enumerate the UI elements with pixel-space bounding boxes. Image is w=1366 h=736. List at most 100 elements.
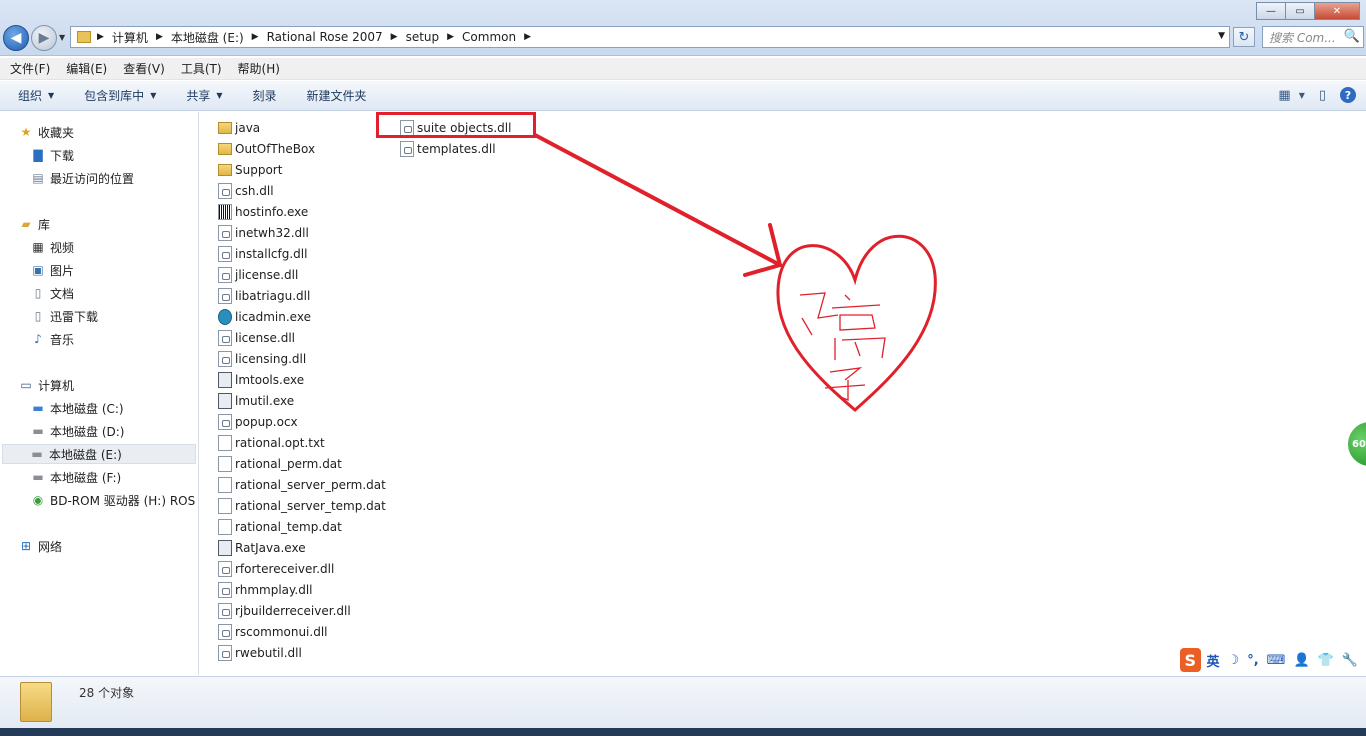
file-item[interactable]: rjbuilderreceiver.dll <box>218 601 351 621</box>
file-item[interactable]: jlicense.dll <box>218 265 298 285</box>
file-item[interactable]: templates.dll <box>400 139 496 159</box>
file-item[interactable]: licadmin.exe <box>218 307 311 327</box>
nav-favorites[interactable]: ★ 收藏夹 <box>18 122 74 142</box>
file-item[interactable]: lmtools.exe <box>218 370 304 390</box>
file-item[interactable]: installcfg.dll <box>218 244 307 264</box>
breadcrumb-computer[interactable]: 计算机 ▶ <box>112 29 163 46</box>
nav-recent-places[interactable]: ▤ 最近访问的位置 <box>30 168 134 188</box>
file-item[interactable]: OutOfTheBox <box>218 139 315 159</box>
organize-button[interactable]: 组织 ▼ <box>18 87 54 104</box>
nav-label: 网络 <box>38 539 63 554</box>
menu-help[interactable]: 帮助(H) <box>238 60 280 77</box>
address-bar[interactable]: ▶ 计算机 ▶ 本地磁盘 (E:) ▶ Rational Rose 2007 ▶ se… <box>70 26 1230 48</box>
burn-button[interactable]: 刻录 <box>253 87 277 104</box>
file-item[interactable]: libatriagu.dll <box>218 286 310 306</box>
ime-language-toggle[interactable]: 英 <box>1207 651 1220 670</box>
nav-xunlei-downloads[interactable]: ▯ 迅雷下载 <box>30 306 98 326</box>
keyboard-icon[interactable]: ⌨ <box>1267 653 1286 668</box>
file-item[interactable]: rational_server_temp.dat <box>218 496 386 516</box>
close-button[interactable]: ✕ <box>1314 2 1360 20</box>
nav-music[interactable]: ♪ 音乐 <box>30 329 74 349</box>
nav-label: 本地磁盘 (F:) <box>50 470 122 485</box>
nav-videos[interactable]: ▦ 视频 <box>30 237 74 257</box>
menu-file[interactable]: 文件(F) <box>10 60 50 77</box>
file-item[interactable]: licensing.dll <box>218 349 306 369</box>
chevron-right-icon[interactable]: ▶ <box>97 32 104 42</box>
back-button[interactable]: ◀ <box>3 25 29 51</box>
nav-libraries[interactable]: ▰ 库 <box>18 214 50 234</box>
help-icon[interactable]: ? <box>1340 87 1356 103</box>
file-item[interactable]: java <box>218 118 260 138</box>
file-item[interactable]: rational_temp.dat <box>218 517 342 537</box>
forward-button[interactable]: ▶ <box>31 25 57 51</box>
file-item[interactable]: inetwh32.dll <box>218 223 309 243</box>
file-icon <box>218 456 232 472</box>
chevron-down-icon[interactable]: ▼ <box>1299 91 1305 100</box>
dll-icon <box>218 414 232 430</box>
file-name: Support <box>235 163 283 177</box>
network-icon: ⊞ <box>20 539 32 553</box>
recent-pages-dropdown[interactable]: ▼ <box>59 33 65 42</box>
minimize-button[interactable]: — <box>1256 2 1286 20</box>
search-icon[interactable]: 🔍 <box>1344 29 1360 44</box>
search-placeholder: 搜索 Com... <box>1269 30 1336 45</box>
menu-edit[interactable]: 编辑(E) <box>66 60 107 77</box>
skin-icon[interactable]: 👕 <box>1318 653 1334 668</box>
address-dropdown[interactable]: ▼ <box>1218 31 1225 41</box>
nav-bdrom[interactable]: ◉ BD-ROM 驱动器 (H:) ROS <box>30 490 195 510</box>
file-item[interactable]: hostinfo.exe <box>218 202 308 222</box>
file-item[interactable]: Support <box>218 160 282 180</box>
view-options-icon[interactable]: ▦ <box>1278 88 1290 103</box>
breadcrumb-drive-e[interactable]: 本地磁盘 (E:) ▶ <box>171 29 259 46</box>
file-item[interactable]: rational.opt.txt <box>218 433 325 453</box>
breadcrumb-rational-rose[interactable]: Rational Rose 2007 ▶ <box>267 30 398 44</box>
dll-icon <box>400 141 414 157</box>
chevron-right-icon[interactable]: ▶ <box>447 32 454 42</box>
breadcrumb-setup[interactable]: setup ▶ <box>406 30 454 44</box>
share-button[interactable]: 共享 ▼ <box>186 87 222 104</box>
nav-drive-d[interactable]: ▬ 本地磁盘 (D:) <box>30 421 124 441</box>
include-in-library-button[interactable]: 包含到库中 ▼ <box>84 87 156 104</box>
file-item[interactable]: rational_server_perm.dat <box>218 475 386 495</box>
settings-wrench-icon[interactable]: 🔧 <box>1342 653 1358 668</box>
file-item[interactable]: popup.ocx <box>218 412 298 432</box>
nav-downloads[interactable]: ▇ 下载 <box>30 145 74 165</box>
nav-network[interactable]: ⊞ 网络 <box>18 536 62 556</box>
file-item[interactable]: lmutil.exe <box>218 391 294 411</box>
new-folder-button[interactable]: 新建文件夹 <box>307 87 367 104</box>
file-item[interactable]: RatJava.exe <box>218 538 306 558</box>
nav-label: 最近访问的位置 <box>50 171 135 186</box>
nav-drive-f[interactable]: ▬ 本地磁盘 (F:) <box>30 467 121 487</box>
exe-icon <box>218 393 232 409</box>
preview-pane-icon[interactable]: ▯ <box>1319 88 1326 103</box>
file-item[interactable]: rfortereceiver.dll <box>218 559 334 579</box>
user-icon[interactable]: 👤 <box>1293 653 1309 668</box>
chevron-right-icon[interactable]: ▶ <box>391 32 398 42</box>
file-item[interactable]: license.dll <box>218 328 295 348</box>
file-item[interactable]: rwebutil.dll <box>218 643 302 663</box>
nav-drive-e[interactable]: ▬ 本地磁盘 (E:) <box>2 444 196 464</box>
file-name: rational_perm.dat <box>235 457 342 471</box>
nav-drive-c[interactable]: ▬ 本地磁盘 (C:) <box>30 398 123 418</box>
chevron-right-icon[interactable]: ▶ <box>156 32 163 42</box>
file-item[interactable]: csh.dll <box>218 181 274 201</box>
refresh-button[interactable]: ↻ <box>1233 27 1255 47</box>
maximize-button[interactable]: ▭ <box>1285 2 1315 20</box>
drive-icon: ▬ <box>31 447 43 461</box>
breadcrumb-common[interactable]: Common ▶ <box>462 30 531 44</box>
menu-tools[interactable]: 工具(T) <box>181 60 222 77</box>
chevron-right-icon[interactable]: ▶ <box>252 32 259 42</box>
file-item[interactable]: rscommonui.dll <box>218 622 328 642</box>
chevron-right-icon[interactable]: ▶ <box>524 32 531 42</box>
nav-documents[interactable]: ▯ 文档 <box>30 283 74 303</box>
search-input[interactable]: 搜索 Com... 🔍 <box>1262 26 1364 48</box>
moon-icon[interactable]: ☽ <box>1228 653 1240 668</box>
sogou-logo-icon[interactable]: S <box>1180 648 1201 672</box>
punctuation-icon[interactable]: °, <box>1247 653 1258 668</box>
nav-computer[interactable]: ▭ 计算机 <box>18 375 74 395</box>
menu-view[interactable]: 查看(V) <box>123 60 165 77</box>
file-item[interactable]: rational_perm.dat <box>218 454 342 474</box>
nav-label: 本地磁盘 (E:) <box>49 447 122 462</box>
nav-pictures[interactable]: ▣ 图片 <box>30 260 74 280</box>
file-item[interactable]: rhmmplay.dll <box>218 580 313 600</box>
